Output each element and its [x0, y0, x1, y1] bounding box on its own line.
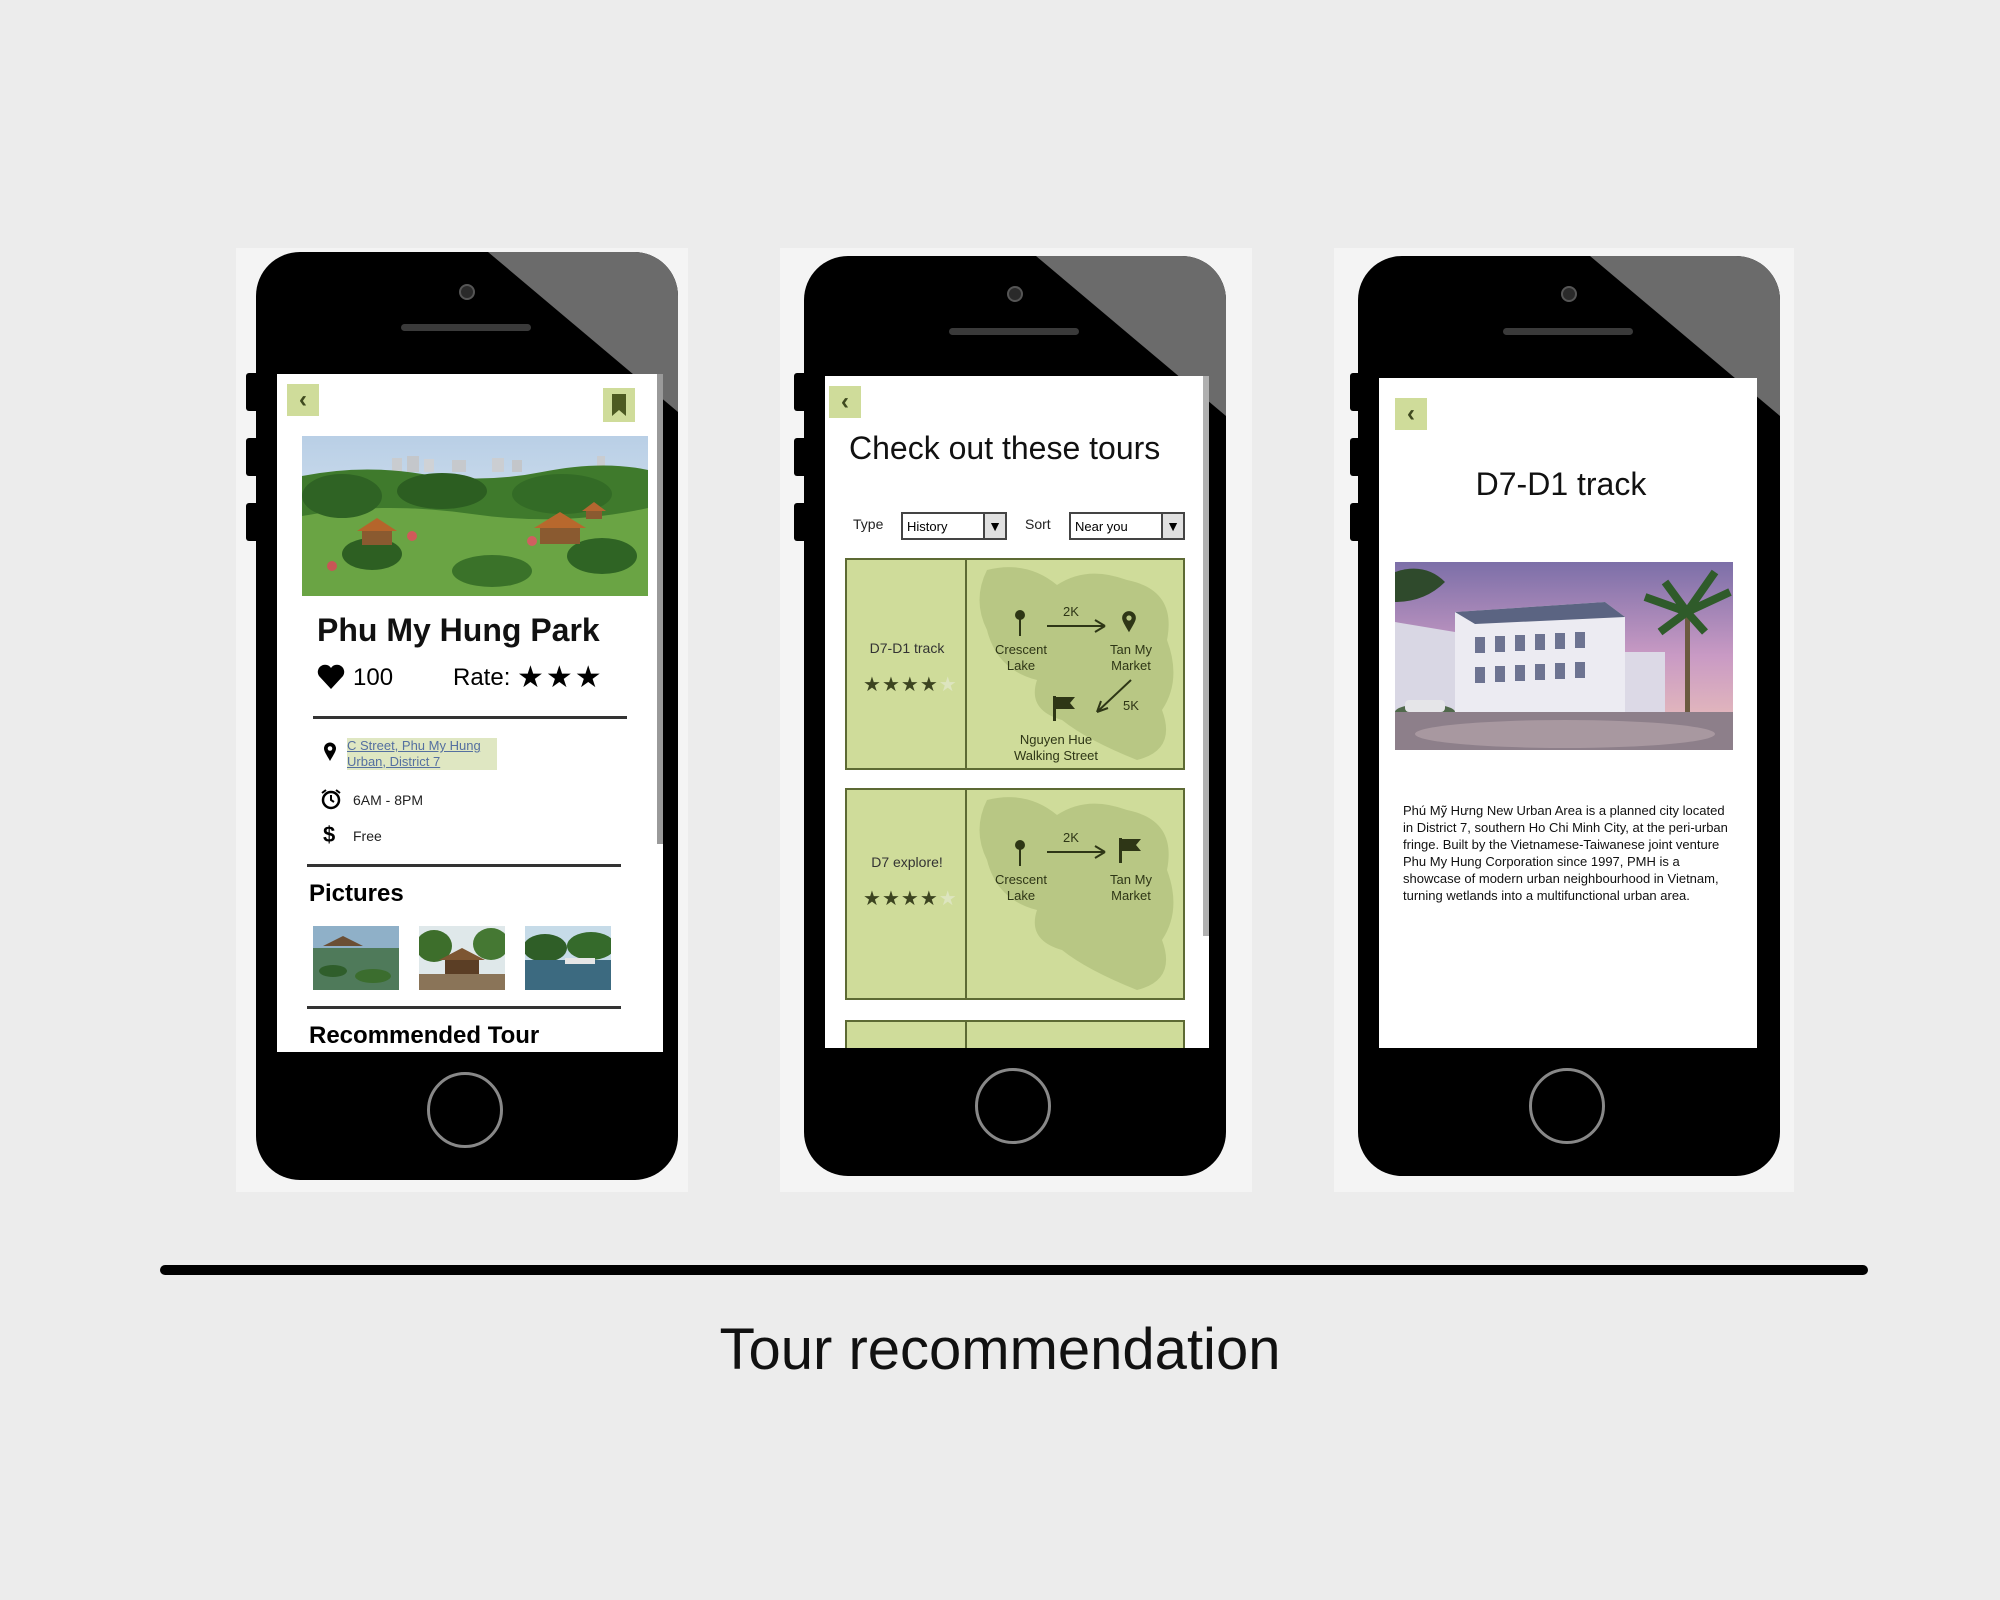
pictures-heading: Pictures: [309, 880, 404, 907]
park-detail-screen: ‹ Phu My Hung Park 100 Rate: ★★★ C Stree…: [277, 374, 663, 1052]
page-title: D7-D1 track: [1475, 466, 1647, 502]
tour-list-screen: ‹ Check out these tours Type History ▼ S…: [825, 376, 1209, 1048]
star-icon: ★: [919, 888, 939, 910]
location-pin-icon: [1122, 611, 1136, 633]
dollar-icon: $: [323, 822, 336, 847]
tour-hero-image: [1395, 562, 1733, 750]
likes-count: 100: [353, 664, 394, 691]
map-stop-label: Crescent Lake: [994, 642, 1048, 673]
tour-map: 2K 5K Crescent Lake Tan My Market Nguyen…: [965, 560, 1183, 768]
star-icon: ★: [900, 888, 920, 910]
map-stop-label: Tan My Market: [1110, 642, 1152, 673]
star-icon: ★: [919, 674, 939, 696]
page-title: Phu My Hung Park: [317, 612, 600, 648]
star-icon: ★: [881, 674, 901, 696]
rate-label: Rate:: [453, 664, 511, 691]
address-link[interactable]: C Street, Phu My Hung Urban, District 7: [347, 738, 497, 770]
chevron-left-icon: ‹: [841, 388, 849, 415]
back-button[interactable]: ‹: [287, 384, 319, 416]
tour-name: D7 explore!: [871, 854, 943, 870]
tour-rating-stars: ★★★★★: [863, 672, 958, 697]
price: Free: [353, 828, 382, 844]
flag-icon: [1119, 838, 1141, 863]
home-button[interactable]: [427, 1072, 503, 1148]
caption-title: Tour recommendation: [719, 1317, 1281, 1382]
park-hero-image: [302, 436, 648, 596]
phone-mockup-tours: ‹ Check out these tours Type History ▼ S…: [780, 248, 1252, 1192]
dropdown-arrow-icon: ▼: [1161, 514, 1183, 538]
back-button[interactable]: ‹: [829, 386, 861, 418]
tour-card[interactable]: [845, 1020, 1185, 1048]
heart-icon: [317, 664, 345, 689]
back-button[interactable]: ‹: [1395, 398, 1427, 430]
phone-mockup-tour-detail: ‹ D7-D1 track Phú Mỹ Hưng New Urban Area…: [1334, 248, 1794, 1192]
scrollbar[interactable]: [657, 374, 663, 844]
type-select[interactable]: History ▼: [901, 512, 1007, 540]
map-stop-label: Tan My Market: [1110, 872, 1152, 903]
home-button[interactable]: [1529, 1068, 1605, 1144]
bookmark-icon: [612, 394, 626, 416]
map-distance-label: 2K: [1063, 604, 1079, 619]
map-distance-label: 2K: [1063, 830, 1079, 845]
star-icon: ★: [881, 888, 901, 910]
picture-thumbnail[interactable]: [313, 926, 399, 990]
star-icon: ★: [938, 888, 958, 910]
page-title: Check out these tours: [849, 430, 1161, 466]
dropdown-arrow-icon: ▼: [983, 514, 1005, 538]
divider: [307, 864, 621, 867]
map-distance-label: 5K: [1123, 698, 1139, 713]
divider: [307, 1006, 621, 1009]
star-icon: ★: [863, 674, 882, 696]
tour-detail-screen: ‹ D7-D1 track Phú Mỹ Hưng New Urban Area…: [1379, 378, 1757, 1048]
divider: [313, 716, 627, 719]
tour-description: Phú Mỹ Hưng New Urban Area is a planned …: [1403, 803, 1728, 903]
rating-stars: ★★★: [517, 661, 604, 694]
star-icon: ★: [863, 888, 882, 910]
opening-hours: 6AM - 8PM: [353, 792, 424, 808]
caption-divider: [160, 1265, 1868, 1275]
recommended-tour-heading: Recommended Tour: [309, 1022, 540, 1049]
star-icon: ★: [938, 674, 958, 696]
map-stop-label: Crescent Lake: [994, 872, 1048, 903]
chevron-left-icon: ‹: [299, 386, 307, 413]
home-button[interactable]: [975, 1068, 1051, 1144]
tour-map: 2K Crescent Lake Tan My Market: [965, 790, 1183, 998]
picture-thumbnail[interactable]: [419, 926, 505, 990]
alarm-clock-icon: [321, 789, 341, 810]
bookmark-button[interactable]: [603, 388, 635, 422]
type-filter-label: Type: [853, 516, 884, 532]
star-icon: ★: [900, 674, 920, 696]
phone-mockup-park: ‹ Phu My Hung Park 100 Rate: ★★★ C Stree…: [236, 248, 688, 1192]
tour-card[interactable]: D7-D1 track ★★★★★ 2K 5K Crescent Lake Ta…: [845, 558, 1185, 770]
picture-thumbnail[interactable]: [525, 926, 611, 990]
tour-card[interactable]: D7 explore! ★★★★★ 2K Crescent Lake Tan M…: [845, 788, 1185, 1000]
sort-label: Sort: [1025, 516, 1051, 532]
scrollbar[interactable]: [1203, 376, 1209, 936]
chevron-left-icon: ‹: [1407, 400, 1415, 427]
flag-icon: [1053, 696, 1075, 721]
location-pin-icon: [324, 742, 336, 761]
tour-name: D7-D1 track: [869, 640, 945, 656]
sort-select[interactable]: Near you ▼: [1069, 512, 1185, 540]
tour-rating-stars: ★★★★★: [863, 886, 958, 911]
map-stop-label: Nguyen Hue Walking Street: [1013, 732, 1099, 763]
